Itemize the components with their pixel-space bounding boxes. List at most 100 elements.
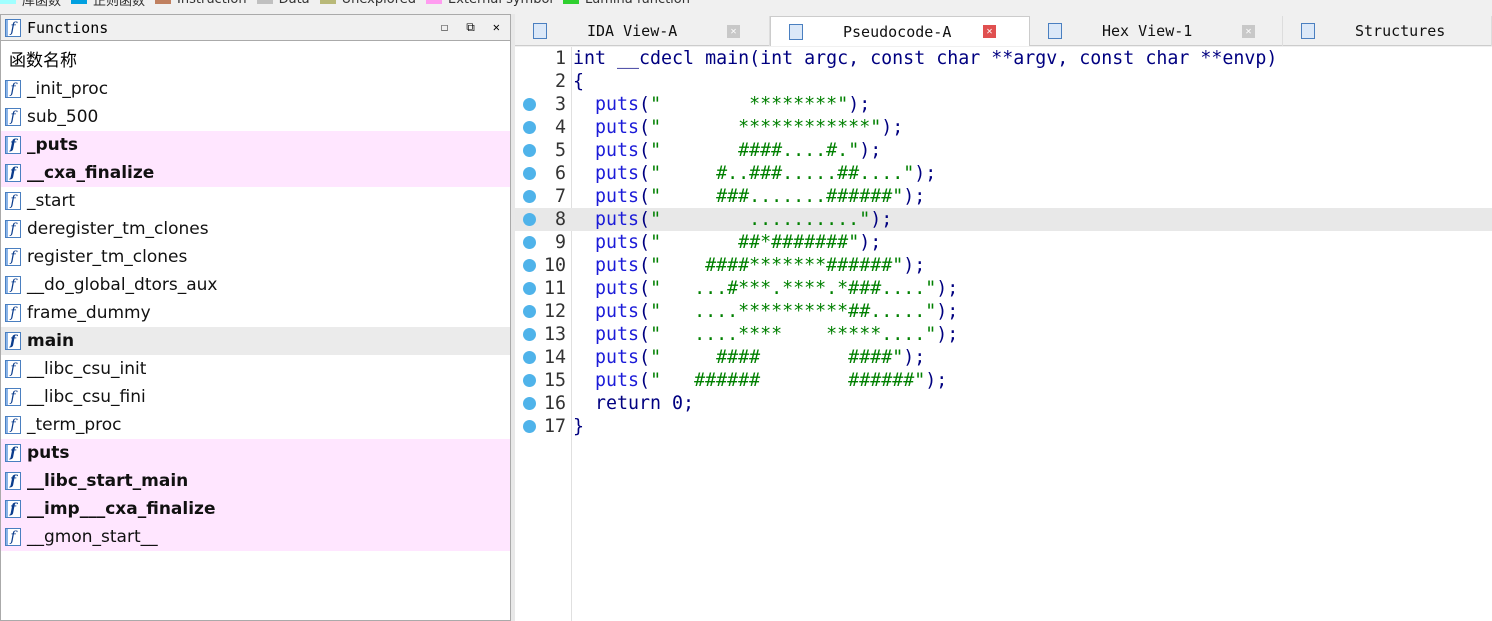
code-line[interactable]: 13 puts(" ....**** *****...."); [515,323,1492,346]
string-quote: " [650,301,662,322]
code-line[interactable]: 10 puts(" ####*******######"); [515,254,1492,277]
code-line[interactable]: 8 puts(" .........."); [515,208,1492,231]
code-line[interactable]: 9 puts(" ##*#######"); [515,231,1492,254]
tab-view-icon [1048,23,1062,39]
string-literal: #### #### [661,347,893,368]
code-text: int __cdecl main(int argc, const char **… [573,48,1278,69]
code-line[interactable]: 14 puts(" #### ####"); [515,346,1492,369]
line-number: 12 [543,301,566,322]
string-quote: " [892,347,904,368]
string-quote: " [892,186,904,207]
breakpoint-dot-icon[interactable] [523,98,536,111]
line-number: 9 [554,232,566,253]
code-line[interactable]: 6 puts(" #..###.....##...."); [515,162,1492,185]
function-name: register_tm_clones [27,247,188,267]
function-name: main [27,331,75,351]
breakpoint-dot-icon[interactable] [523,259,536,272]
function-list-item[interactable]: f __imp___cxa_finalize [1,495,510,523]
breakpoint-dot-icon[interactable] [523,397,536,410]
code-line[interactable]: 1 int __cdecl main(int argc, const char *… [515,47,1492,70]
line-number: 6 [554,163,566,184]
string-quote: " [650,347,662,368]
tab-ida-view-a[interactable]: IDA View-A ✕ [515,16,770,46]
breakpoint-dot-icon[interactable] [523,167,536,180]
tab-hex-view-1[interactable]: Hex View-1 ✕ [1030,16,1283,46]
code-line[interactable]: 17} [515,415,1492,438]
code-line[interactable]: 5 puts(" ####....#."); [515,139,1492,162]
function-list-item[interactable]: f __libc_csu_init [1,355,510,383]
function-list-item[interactable]: f _start [1,187,510,215]
breakpoint-dot-icon[interactable] [523,351,536,364]
punct: ( [639,301,651,322]
punct: ); [881,117,904,138]
tab-pseudocode-a[interactable]: Pseudocode-A ✕ [770,16,1030,46]
breakpoint-dot-icon[interactable] [523,305,536,318]
breakpoint-dot-icon[interactable] [523,190,536,203]
function-list-item[interactable]: f sub_500 [1,103,510,131]
float-icon[interactable]: ⧉ [466,20,475,35]
function-list-item[interactable]: f main [1,327,510,355]
function-list-item[interactable]: f __do_global_dtors_aux [1,271,510,299]
function-icon: f [5,220,21,238]
code-line[interactable]: 12 puts(" ....**********##....."); [515,300,1492,323]
function-list-item[interactable]: f frame_dummy [1,299,510,327]
breakpoint-dot-icon[interactable] [523,374,536,387]
code-line[interactable]: 2{ [515,70,1492,93]
code-text: puts(" ....**** *****...."); [573,323,958,346]
code-line[interactable]: 15 puts(" ###### ######"); [515,369,1492,392]
breakpoint-dot-icon[interactable] [523,121,536,134]
function-list-item[interactable]: f __gmon_start__ [1,523,510,551]
maximize-icon[interactable]: ☐ [441,20,448,35]
function-call: puts [595,278,640,299]
breakpoint-dot-icon[interactable] [523,236,536,249]
function-name: frame_dummy [27,303,151,323]
breakpoint-dot-icon[interactable] [523,328,536,341]
code-line[interactable]: 4 puts(" ************"); [515,116,1492,139]
code-line[interactable]: 3 puts(" ********"); [515,93,1492,116]
code-text: puts(" ####....#."); [573,139,881,162]
function-list-item[interactable]: f deregister_tm_clones [1,215,510,243]
breakpoint-dot-icon[interactable] [523,144,536,157]
breakpoint-dot-icon[interactable] [523,420,536,433]
tab-close-icon[interactable]: ✕ [727,24,740,38]
close-icon[interactable]: ✕ [493,20,500,35]
string-quote: " [848,140,860,161]
function-list-item[interactable]: f puts [1,439,510,467]
tab-structures[interactable]: Structures [1283,16,1492,46]
legend-swatch [155,0,172,4]
pseudocode-view[interactable]: 1 int __cdecl main(int argc, const char *… [515,47,1492,621]
line-number: 5 [554,140,566,161]
function-list-item[interactable]: f __libc_csu_fini [1,383,510,411]
string-quote: " [859,209,871,230]
breakpoint-dot-icon[interactable] [523,282,536,295]
code-line[interactable]: 7 puts(" ###.......######"); [515,185,1492,208]
function-call: puts [595,255,640,276]
code-text: } [573,416,585,437]
function-list-item[interactable]: f __cxa_finalize [1,159,510,187]
function-list-item[interactable]: f _puts [1,131,510,159]
function-call: puts [595,117,640,138]
tab-close-icon[interactable]: ✕ [1242,24,1255,38]
function-list-item[interactable]: f __libc_start_main [1,467,510,495]
function-name: _init_proc [27,79,109,99]
function-list-item[interactable]: f _term_proc [1,411,510,439]
legend-label: Instruction [177,0,247,7]
string-quote: " [650,186,662,207]
tab-close-icon[interactable]: ✕ [983,25,996,38]
code-line[interactable]: 16 return 0; [515,392,1492,415]
function-list-item[interactable]: f _init_proc [1,75,510,103]
function-call: puts [595,140,640,161]
breakpoint-dot-icon[interactable] [523,213,536,226]
column-header-function-name[interactable]: 函数名称 [1,41,510,75]
line-number: 4 [554,117,566,138]
legend-label: 正则函数 [93,0,146,9]
string-quote: " [837,94,849,115]
function-list-item[interactable]: f register_tm_clones [1,243,510,271]
code-line[interactable]: 11 puts(" ...#***.****.*###...."); [515,277,1492,300]
